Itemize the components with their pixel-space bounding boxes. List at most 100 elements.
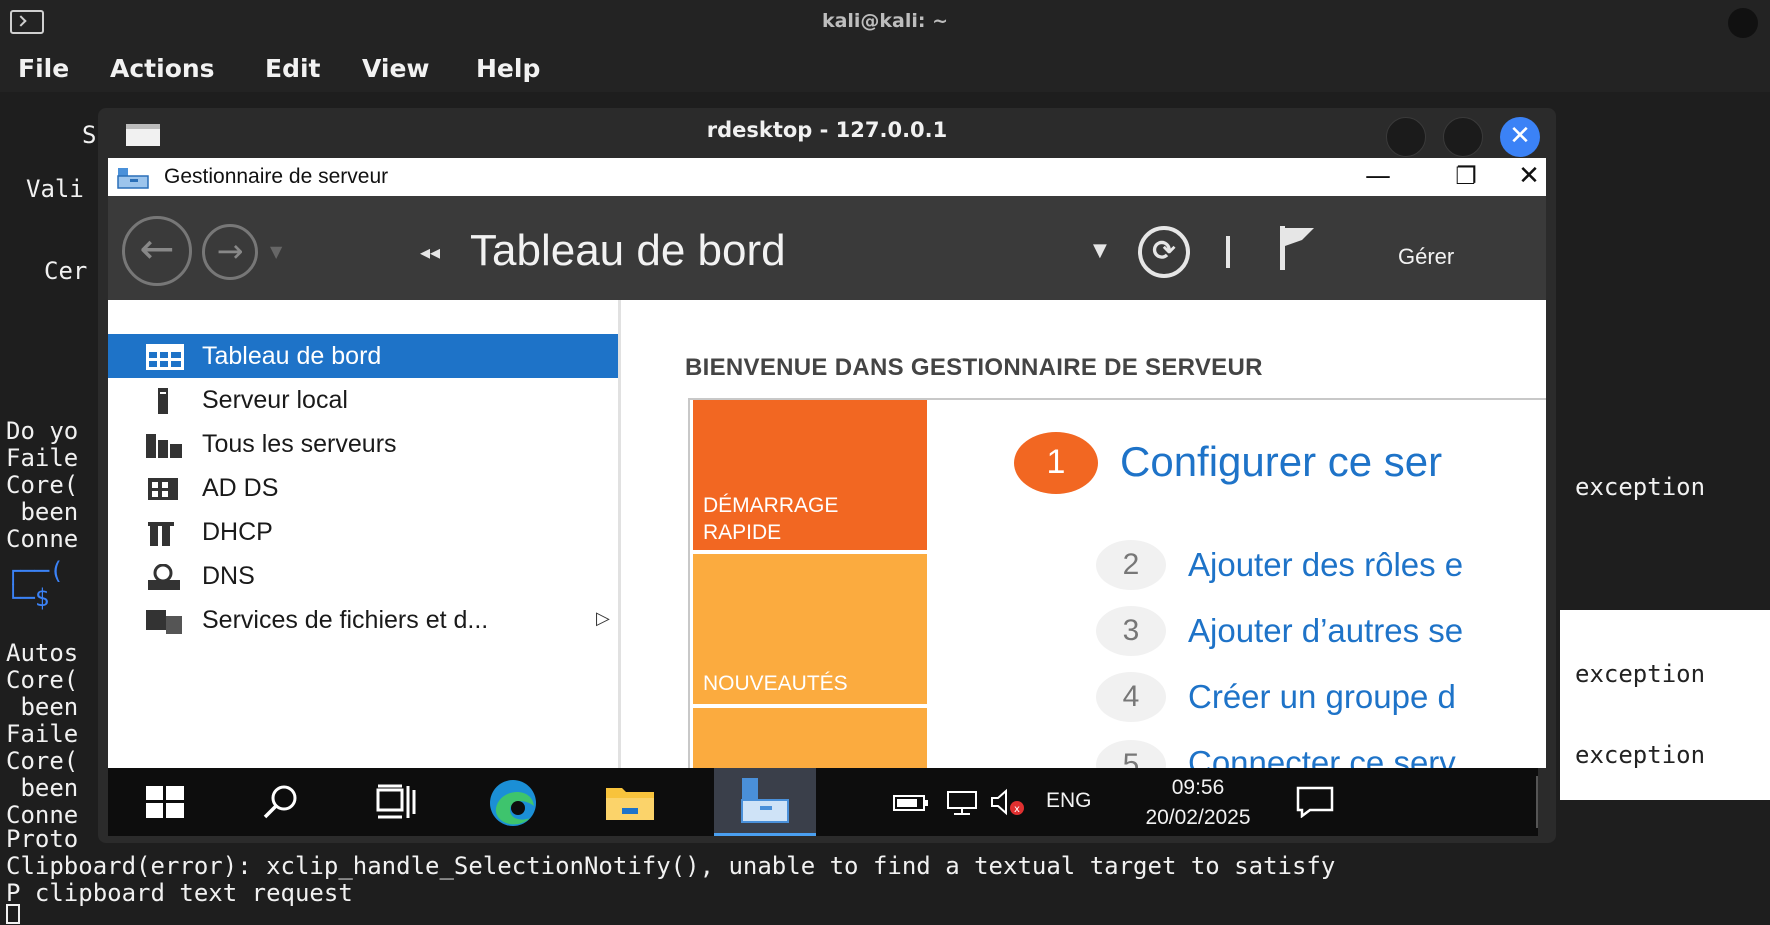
battery-tray[interactable] (886, 768, 936, 836)
search-icon (263, 785, 297, 819)
page-title: Tableau de bord (470, 226, 786, 275)
dhcp-icon (148, 522, 174, 546)
start-button[interactable] (116, 768, 216, 836)
terminal-line: been (6, 498, 79, 526)
sidebar-item-dns[interactable]: DNS (108, 554, 618, 598)
step-link-2[interactable]: Ajouter des rôles e (1188, 546, 1463, 584)
menu-view[interactable]: View (362, 54, 430, 83)
dns-icon (148, 564, 180, 590)
server-manager-title: Gestionnaire de serveur (164, 165, 389, 188)
menu-help[interactable]: Help (476, 54, 540, 83)
search-button[interactable] (232, 768, 332, 836)
forward-arrow-icon[interactable]: → (202, 224, 258, 280)
sidebar-item-label: DHCP (202, 518, 273, 546)
server-manager-header: ← → ▼ ◂◂ Tableau de bord ▼ ⟳ Gérer (108, 196, 1546, 300)
rdesktop-minimize-button[interactable] (1386, 117, 1426, 157)
tile-label: DÉMARRAGE RAPIDE (703, 494, 839, 544)
server-manager-titlebar: Gestionnaire de serveur — ❐ ✕ (108, 158, 1546, 196)
notification-icon (1296, 786, 1334, 818)
terminal-line: Conne (6, 525, 79, 553)
welcome-heading: BIENVENUE DANS GESTIONNAIRE DE SERVEUR (685, 354, 1263, 381)
terminal-line: Cer (44, 257, 88, 285)
breadcrumb-arrows-icon: ◂◂ (420, 240, 441, 264)
expand-arrow-icon[interactable]: ▷ (596, 608, 610, 629)
sidebar-item-label: Services de fichiers et d... (202, 606, 489, 634)
sidebar-item-dashboard[interactable]: Tableau de bord (108, 334, 618, 378)
minimize-button[interactable]: — (1338, 158, 1418, 196)
menu-file[interactable]: File (18, 54, 69, 83)
sidebar-item-label: Tous les serveurs (202, 430, 397, 458)
terminal-line: Vali (26, 175, 84, 203)
menu-edit[interactable]: Edit (265, 54, 321, 83)
sidebar-item-label: AD DS (202, 474, 279, 502)
file-explorer-button[interactable] (580, 768, 680, 836)
terminal-line: S (82, 121, 97, 149)
network-tray[interactable] (938, 768, 988, 836)
volume-tray[interactable]: x (988, 768, 1028, 836)
sidebar-item-dhcp[interactable]: DHCP (108, 510, 618, 554)
notifications-flag-icon[interactable] (1276, 224, 1316, 272)
step-link-3[interactable]: Ajouter d’autres se (1188, 612, 1463, 650)
step-circle-4: 4 (1096, 672, 1166, 722)
language-indicator[interactable]: ENG (1046, 789, 1092, 813)
servers-icon (146, 434, 182, 458)
menu-actions[interactable]: Actions (110, 54, 215, 83)
terminal-window-button[interactable] (1728, 8, 1758, 38)
task-view-button[interactable] (348, 768, 448, 836)
windows-logo-icon (146, 786, 184, 818)
action-center-button[interactable] (1284, 768, 1344, 836)
edge-browser-icon (490, 780, 536, 826)
rdesktop-close-button[interactable]: ✕ (1500, 117, 1540, 157)
dashboard-icon (146, 344, 184, 370)
terminal-line: Core( (6, 471, 79, 499)
terminal-line: P clipboard text request (6, 879, 353, 907)
sidebar-item-all-servers[interactable]: Tous les serveurs (108, 422, 618, 466)
terminal-line: Clipboard(error): xclip_handle_Selection… (6, 852, 1336, 880)
whats-new-tile[interactable]: NOUVEAUTÉS (693, 554, 927, 704)
sidebar: Tableau de bord Serveur local Tous les s… (108, 300, 621, 768)
server-manager-icon (741, 778, 789, 823)
terminal-line: Core( (6, 666, 79, 694)
terminal-title: kali@kali: ~ (821, 10, 949, 32)
terminal-line: Core( (6, 747, 79, 775)
server-manager-taskbar-button[interactable] (714, 768, 816, 836)
terminal-line: exception (1575, 473, 1706, 501)
server-manager-window: Gestionnaire de serveur — ❐ ✕ ← → ▼ ◂◂ T… (108, 158, 1546, 768)
refresh-icon[interactable]: ⟳ (1138, 226, 1190, 278)
terminal-line: Faile (6, 444, 79, 472)
header-separator (1226, 236, 1230, 268)
tile-label: NOUVEAUTÉS (703, 672, 848, 695)
sidebar-item-ad-ds[interactable]: AD DS (108, 466, 618, 510)
history-dropdown-icon[interactable]: ▼ (270, 242, 282, 261)
network-icon (947, 791, 977, 815)
rdesktop-maximize-button[interactable] (1443, 117, 1483, 157)
rdesktop-title: rdesktop - 127.0.0.1 (706, 118, 948, 142)
server-manager-app-icon (117, 168, 149, 189)
close-button[interactable]: ✕ (1512, 158, 1546, 196)
quick-start-tile[interactable]: DÉMARRAGE RAPIDE (693, 400, 927, 550)
step-link-4[interactable]: Créer un groupe d (1188, 678, 1456, 716)
sidebar-item-local-server[interactable]: Serveur local (108, 378, 618, 422)
folder-icon (606, 788, 654, 820)
step-circle-1: 1 (1014, 432, 1098, 494)
file-services-icon (146, 610, 182, 634)
restore-button[interactable]: ❐ (1426, 158, 1506, 196)
taskbar: x ENG 09:56 20/02/2025 (108, 768, 1538, 836)
edge-button[interactable] (464, 768, 564, 836)
step-link-1[interactable]: Configurer ce ser (1120, 438, 1442, 486)
show-desktop-divider[interactable] (1536, 776, 1538, 828)
clock-date[interactable]: 20/02/2025 (1122, 806, 1274, 830)
terminal-titlebar: kali@kali: ~ (0, 0, 1770, 44)
terminal-line: been (6, 774, 79, 802)
task-view-icon (376, 784, 416, 819)
manage-menu[interactable]: Gérer (1398, 244, 1454, 270)
step-circle-3: 3 (1096, 606, 1166, 656)
sidebar-item-file-services[interactable]: Services de fichiers et d... ▷ (108, 598, 618, 642)
clock-time[interactable]: 09:56 (1138, 776, 1258, 800)
learn-more-tile[interactable] (693, 708, 927, 768)
step-circle-2: 2 (1096, 540, 1166, 590)
terminal-line: Do yo (6, 417, 79, 445)
back-arrow-icon[interactable]: ← (122, 216, 192, 286)
step-link-5[interactable]: Connecter ce serv (1188, 744, 1456, 768)
header-dropdown-icon[interactable]: ▼ (1093, 240, 1107, 261)
